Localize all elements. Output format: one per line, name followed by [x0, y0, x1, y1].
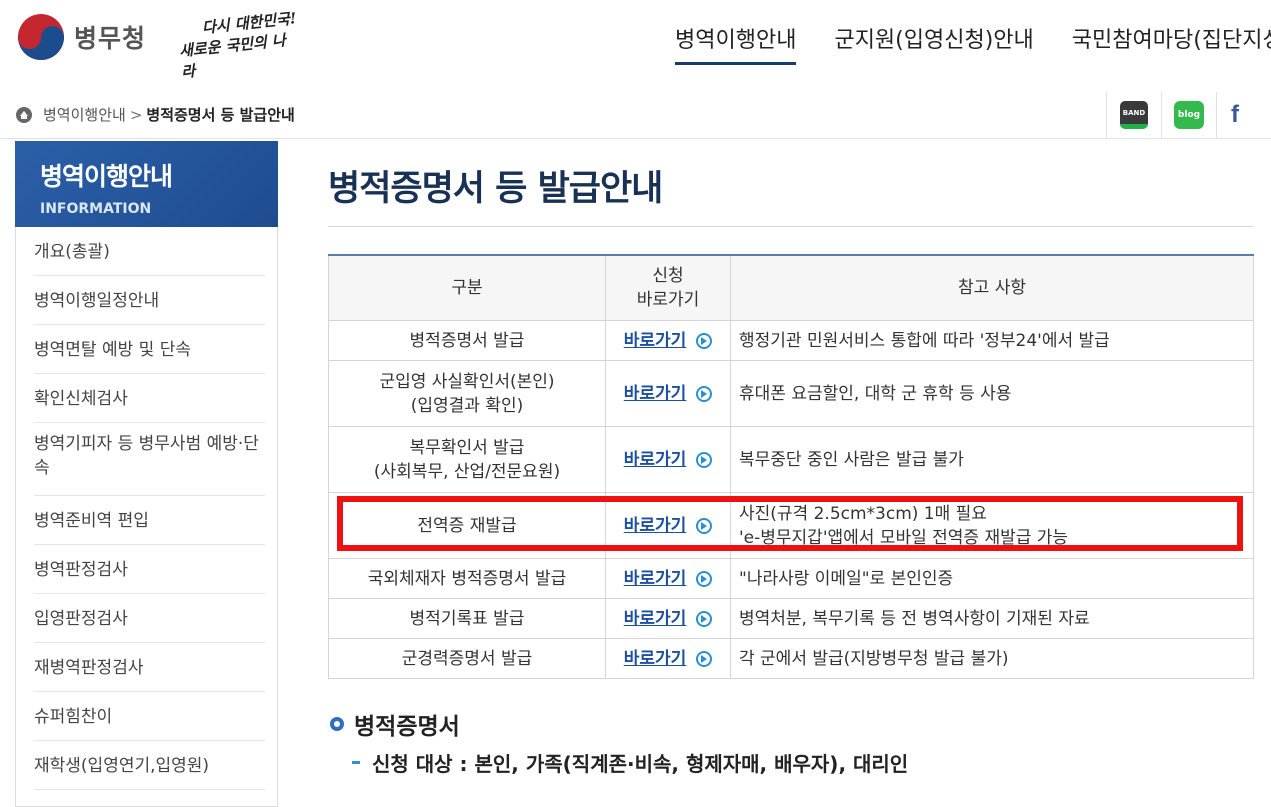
table-row: 군입영 사실확인서(본인) (입영결과 확인) 바로가기 휴대폰 요금할인, 대학… — [328, 360, 1254, 427]
facebook-icon: f — [1231, 101, 1239, 128]
sidebar-item-overview[interactable]: 개요(총괄) — [34, 227, 265, 276]
table-row: 군경력증명서 발급 바로가기 각 군에서 발급(지방병무청 발급 불가) — [328, 638, 1254, 679]
page-title: 병적증명서 등 발급안내 — [328, 169, 663, 209]
logo-text: 병무청 — [74, 24, 147, 53]
shortcut-link[interactable]: 바로가기 — [624, 382, 713, 406]
band-icon: BAND — [1120, 101, 1148, 129]
sidebar-item-service-exam[interactable]: 병역판정검사 — [34, 545, 265, 594]
sidebar-item-enlistment-exam[interactable]: 입영판정검사 — [34, 594, 265, 643]
site-header: 병무청 다시 대한민국! 새로운 국민의 나라 병역이행안내 군지원(입영신청)… — [0, 0, 1271, 93]
sidebar-item-students[interactable]: 재학생(입영연기,입영원) — [34, 741, 265, 790]
row-note: "나라사랑 이메일"로 본인인증 — [730, 558, 1254, 599]
arrow-circle-icon — [696, 451, 713, 468]
row-category: 복무확인서 발급 (사회복무, 산업/전문요원) — [328, 426, 606, 493]
header-shortcut: 신청 바로가기 — [605, 254, 731, 321]
sidebar-item-super-himchani[interactable]: 슈퍼힘찬이 — [34, 692, 265, 741]
arrow-circle-icon — [696, 650, 713, 667]
row-note: 사진(규격 2.5cm*3cm) 1매 필요'e-병무지갑'앱에서 모바일 전역… — [730, 492, 1254, 559]
shortcut-link[interactable]: 바로가기 — [624, 567, 713, 591]
nav-item-military-service[interactable]: 병역이행안내 — [675, 22, 797, 65]
sidebar-menu: 개요(총괄) 병역이행일정안내 병역면탈 예방 및 단속 확인신체검사 병역기피… — [15, 227, 278, 807]
nav-item-enlistment[interactable]: 군지원(입영신청)안내 — [834, 22, 1033, 65]
slogan-image: 다시 대한민국! 새로운 국민의 나라 — [178, 9, 300, 81]
table-row: 전역증 재발급 바로가기 사진(규격 2.5cm*3cm) 1매 필요'e-병무… — [328, 492, 1254, 559]
sidebar-subtitle: INFORMATION — [40, 201, 152, 217]
arrow-circle-icon — [696, 517, 713, 534]
sidebar-item-evasion-prevention[interactable]: 병역면탈 예방 및 단속 — [34, 325, 265, 374]
location-bar: 병역이행안내 > 병적증명서 등 발급안내 BAND blog f — [0, 92, 1271, 139]
shortcut-link[interactable]: 바로가기 — [624, 329, 713, 353]
circle-bullet-icon — [330, 717, 344, 731]
table-header-row: 구분 신청 바로가기 참고 사항 — [328, 254, 1254, 321]
table-row: 국외체재자 병적증명서 발급 바로가기 "나라사랑 이메일"로 본인인증 — [328, 558, 1254, 599]
blog-icon: blog — [1174, 101, 1204, 129]
taegeuk-emblem-icon — [18, 14, 64, 60]
arrow-circle-icon — [696, 332, 713, 349]
row-category: 군입영 사실확인서(본인) (입영결과 확인) — [328, 360, 606, 427]
eligibility-line: 신청 대상 : 본인, 가족(직계존·비속, 형제자매, 배우자), 대리인 — [352, 748, 908, 777]
row-category: 전역증 재발급 — [328, 492, 606, 559]
row-category: 병적기록표 발급 — [328, 598, 606, 639]
arrow-circle-icon — [696, 570, 713, 587]
main-nav: 병역이행안내 군지원(입영신청)안내 국민참여마당(집단지성 — [675, 22, 1271, 65]
site-logo[interactable]: 병무청 — [18, 14, 146, 60]
issuance-table: 구분 신청 바로가기 참고 사항 병적증명서 발급 바로가기 행정기관 민원서비스… — [328, 254, 1254, 679]
shortcut-link[interactable]: 바로가기 — [624, 647, 713, 671]
row-note: 복무중단 중인 사람은 발급 불가 — [730, 426, 1254, 493]
breadcrumb: 병역이행안내 > 병적증명서 등 발급안내 — [43, 104, 295, 125]
header-category: 구분 — [328, 254, 606, 321]
row-note: 병역처분, 복무기록 등 전 병역사항이 기재된 자료 — [730, 598, 1254, 639]
nav-item-participation[interactable]: 국민참여마당(집단지성 — [1072, 22, 1271, 65]
home-icon[interactable] — [16, 107, 32, 123]
table-row: 복무확인서 발급 (사회복무, 산업/전문요원) 바로가기 복무중단 중인 사람은… — [328, 426, 1254, 493]
share-blog[interactable]: blog — [1161, 92, 1216, 138]
sidebar-item-re-exam[interactable]: 재병역판정검사 — [34, 643, 265, 692]
row-category: 군경력증명서 발급 — [328, 638, 606, 679]
eligibility-text: 신청 대상 : 본인, 가족(직계존·비속, 형제자매, 배우자), 대리인 — [372, 752, 909, 776]
sidebar-item-schedule[interactable]: 병역이행일정안내 — [34, 276, 265, 325]
arrow-circle-icon — [696, 610, 713, 627]
row-note: 휴대폰 요금할인, 대학 군 휴학 등 사용 — [730, 360, 1254, 427]
sns-share: BAND blog f — [1106, 92, 1271, 138]
share-facebook[interactable]: f — [1216, 92, 1271, 138]
shortcut-link[interactable]: 바로가기 — [624, 607, 713, 631]
row-note: 각 군에서 발급(지방병무청 발급 불가) — [730, 638, 1254, 679]
shortcut-link[interactable]: 바로가기 — [624, 514, 713, 538]
sidebar-title-box: 병역이행안내 INFORMATION — [15, 141, 278, 227]
title-divider — [328, 226, 1253, 227]
breadcrumb-parent[interactable]: 병역이행안내 — [43, 106, 126, 124]
row-note: 행정기관 민원서비스 통합에 따라 '정부24'에서 발급 — [730, 320, 1254, 361]
table-row: 병적증명서 발급 바로가기 행정기관 민원서비스 통합에 따라 '정부24'에서… — [328, 320, 1254, 361]
dash-bullet-icon — [352, 761, 360, 764]
header-notes: 참고 사항 — [730, 254, 1254, 321]
sidebar-item-reserve-enrollment[interactable]: 병역준비역 편입 — [34, 496, 265, 545]
sidebar-item-physical-recheck[interactable]: 확인신체검사 — [34, 374, 265, 423]
sidebar-title: 병역이행안내 — [40, 162, 173, 191]
shortcut-link[interactable]: 바로가기 — [624, 448, 713, 472]
section-heading-text: 병적증명서 — [354, 714, 460, 740]
breadcrumb-separator: > — [129, 106, 143, 124]
sidebar-item-offender-prevention[interactable]: 병역기피자 등 병무사범 예방·단속 — [34, 423, 265, 496]
breadcrumb-current: 병적증명서 등 발급안내 — [146, 106, 295, 124]
table-row: 병적기록표 발급 바로가기 병역처분, 복무기록 등 전 병역사항이 기재된 자… — [328, 598, 1254, 639]
row-category: 국외체재자 병적증명서 발급 — [328, 558, 606, 599]
row-category: 병적증명서 발급 — [328, 320, 606, 361]
share-band[interactable]: BAND — [1106, 92, 1161, 138]
section-heading: 병적증명서 — [330, 707, 460, 741]
arrow-circle-icon — [696, 385, 713, 402]
